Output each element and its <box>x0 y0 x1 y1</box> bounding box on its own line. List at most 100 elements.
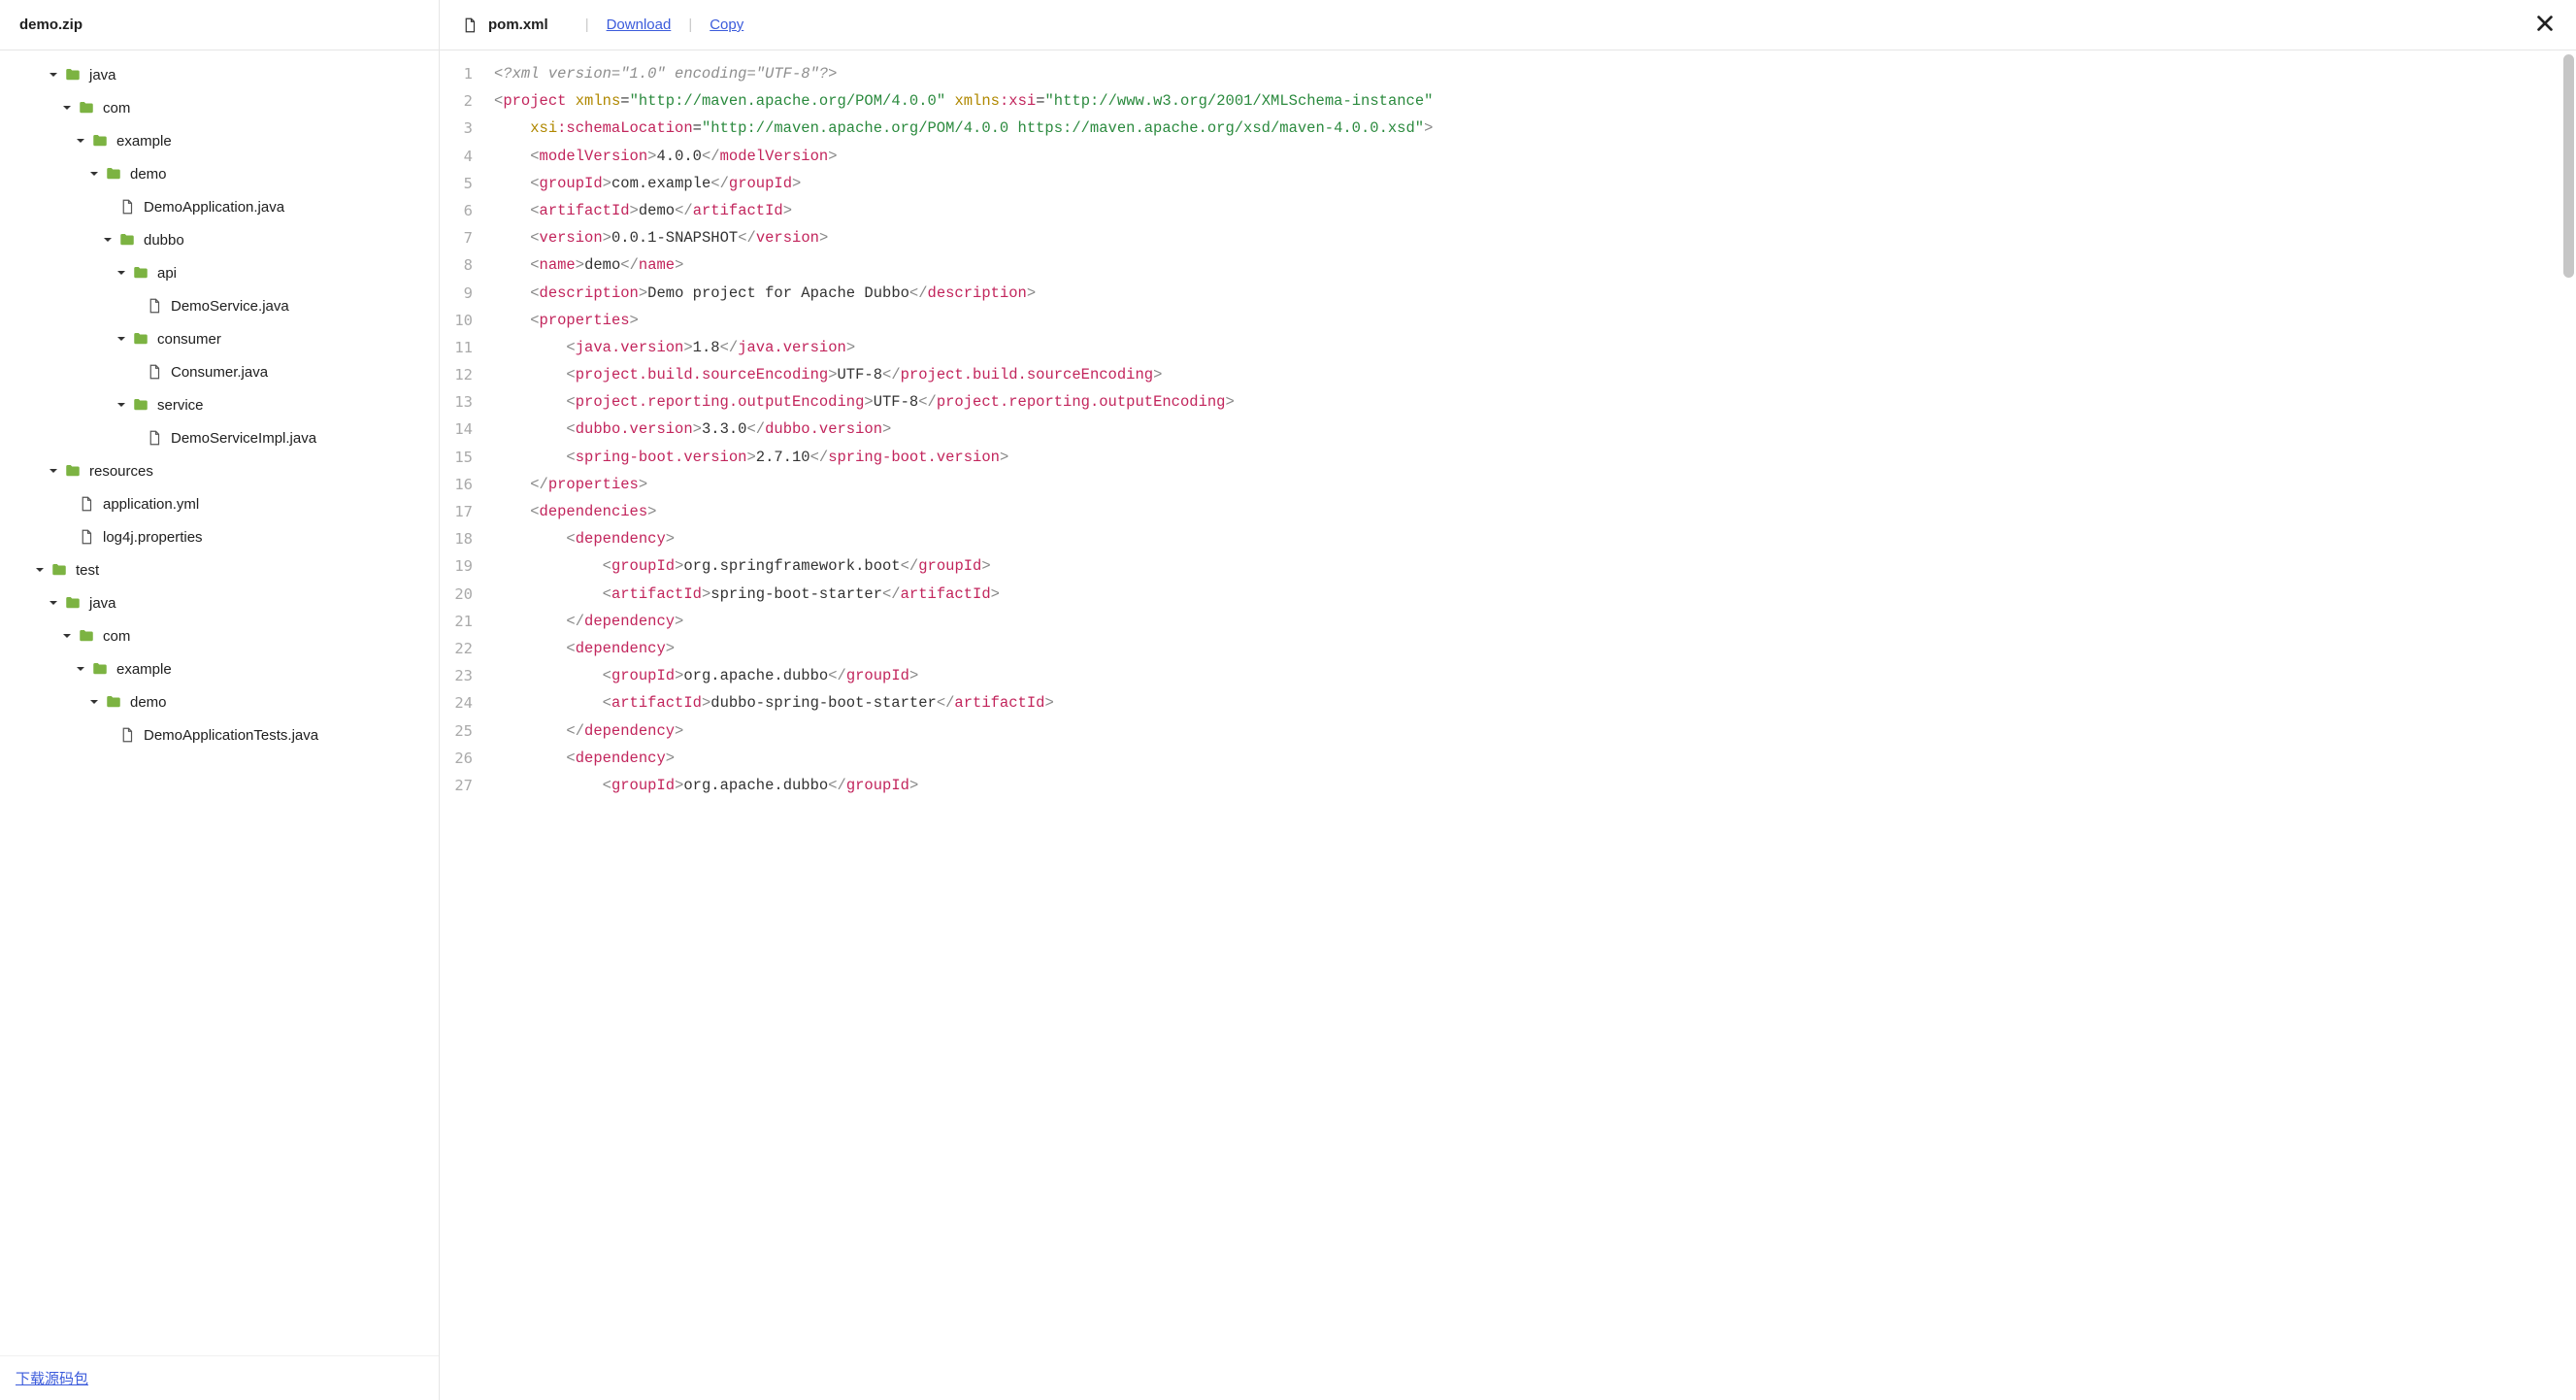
tree-folder[interactable]: demo <box>0 157 439 190</box>
code-token <box>494 476 530 493</box>
code-token: < <box>566 449 575 466</box>
line-number: 19 <box>440 552 473 580</box>
code-token: artifactId <box>693 202 783 219</box>
tree-file[interactable]: DemoService.java <box>0 289 439 322</box>
scrollbar-thumb[interactable] <box>2563 54 2574 278</box>
code-token: > <box>666 530 675 548</box>
tree-file[interactable]: DemoServiceImpl.java <box>0 421 439 454</box>
code-line: <name>demo</name> <box>494 251 2576 279</box>
chevron-down-icon[interactable] <box>76 136 85 146</box>
chevron-down-icon[interactable] <box>49 70 58 80</box>
code-token <box>494 229 530 247</box>
tree-file[interactable]: application.yml <box>0 487 439 520</box>
code-token: 1.8 <box>693 339 720 356</box>
tree-folder[interactable]: java <box>0 586 439 619</box>
code-token: > <box>603 175 611 192</box>
code-line: <modelVersion>4.0.0</modelVersion> <box>494 143 2576 170</box>
chevron-down-icon[interactable] <box>49 598 58 608</box>
tree-file[interactable]: log4j.properties <box>0 520 439 553</box>
file-icon <box>78 528 95 546</box>
folder-icon <box>64 462 82 480</box>
code-token: java.version <box>576 339 684 356</box>
code-token <box>494 777 603 794</box>
open-file-name: pom.xml <box>488 17 548 33</box>
tree-folder[interactable]: resources <box>0 454 439 487</box>
chevron-down-icon[interactable] <box>116 334 126 344</box>
file-icon <box>146 363 163 381</box>
tree-item-label: java <box>89 595 116 612</box>
code-token <box>494 557 603 575</box>
tree-folder[interactable]: com <box>0 91 439 124</box>
chevron-down-icon[interactable] <box>35 565 45 575</box>
chevron-down-icon[interactable] <box>103 235 113 245</box>
folder-icon <box>50 561 68 579</box>
chevron-down-icon[interactable] <box>76 664 85 674</box>
code-token: < <box>530 312 539 329</box>
tree-folder[interactable]: service <box>0 388 439 421</box>
chevron-down-icon[interactable] <box>49 466 58 476</box>
code-token: name <box>639 256 675 274</box>
code-token: dependency <box>576 750 666 767</box>
chevron-down-icon[interactable] <box>89 169 99 179</box>
close-icon <box>2534 13 2556 38</box>
line-number: 6 <box>440 197 473 224</box>
code-token: > <box>647 503 656 520</box>
code-token: </ <box>566 722 584 740</box>
code-token: project.reporting.outputEncoding <box>937 393 1226 411</box>
tree-item-label: application.yml <box>103 496 199 513</box>
code-token: groupId <box>611 667 675 684</box>
tree-folder[interactable]: demo <box>0 685 439 718</box>
code-line: <spring-boot.version>2.7.10</spring-boot… <box>494 444 2576 471</box>
code-token: <?xml version="1.0" encoding="UTF-8"?> <box>494 65 837 83</box>
code-line: <dependencies> <box>494 498 2576 525</box>
scrollbar-track[interactable] <box>2560 50 2576 1400</box>
separator: | <box>585 17 589 33</box>
tree-item-label: com <box>103 628 130 645</box>
tree-file[interactable]: DemoApplicationTests.java <box>0 718 439 751</box>
chevron-down-icon[interactable] <box>116 400 126 410</box>
code-token: groupId <box>540 175 603 192</box>
tree-folder[interactable]: example <box>0 652 439 685</box>
download-source-link[interactable]: 下载源码包 <box>16 1368 88 1388</box>
tree-folder[interactable]: dubbo <box>0 223 439 256</box>
code-token: < <box>566 530 575 548</box>
download-link[interactable]: Download <box>607 17 672 33</box>
code-token <box>494 449 566 466</box>
copy-link[interactable]: Copy <box>710 17 743 33</box>
code-token: spring-boot.version <box>576 449 747 466</box>
code-token: < <box>566 393 575 411</box>
code-token: 3.3.0 <box>702 420 747 438</box>
tree-folder[interactable]: com <box>0 619 439 652</box>
close-button[interactable] <box>2531 12 2559 39</box>
code-token: org.apache.dubbo <box>683 667 828 684</box>
tree-file[interactable]: DemoApplication.java <box>0 190 439 223</box>
code-content[interactable]: <?xml version="1.0" encoding="UTF-8"?> < p… <box>484 50 2576 1400</box>
code-token: > <box>576 256 584 274</box>
tree-folder[interactable]: example <box>0 124 439 157</box>
code-token: > <box>981 557 990 575</box>
code-token <box>494 256 530 274</box>
chevron-down-icon[interactable] <box>89 697 99 707</box>
tree-folder[interactable]: consumer <box>0 322 439 355</box>
code-token: spring-boot-starter <box>710 585 882 603</box>
tree-item-label: DemoApplicationTests.java <box>144 727 318 744</box>
folder-icon <box>105 165 122 183</box>
code-line: <artifactId>demo</artifactId> <box>494 197 2576 224</box>
chevron-down-icon[interactable] <box>62 103 72 113</box>
chevron-down-icon[interactable] <box>62 631 72 641</box>
chevron-down-icon[interactable] <box>116 268 126 278</box>
tree-file[interactable]: Consumer.java <box>0 355 439 388</box>
code-token: > <box>783 202 792 219</box>
file-tree[interactable]: javacomexampledemoDemoApplication.javadu… <box>0 50 439 1355</box>
folder-icon <box>91 132 109 150</box>
code-token: 2.7.10 <box>756 449 810 466</box>
tree-folder[interactable]: test <box>0 553 439 586</box>
code-line: </dependency> <box>494 608 2576 635</box>
code-token: < <box>530 202 539 219</box>
tree-folder[interactable]: api <box>0 256 439 289</box>
code-token: artifactId <box>540 202 630 219</box>
tree-item-label: dubbo <box>144 232 184 249</box>
folder-icon <box>64 594 82 612</box>
code-token: version <box>540 229 603 247</box>
tree-folder[interactable]: java <box>0 58 439 91</box>
